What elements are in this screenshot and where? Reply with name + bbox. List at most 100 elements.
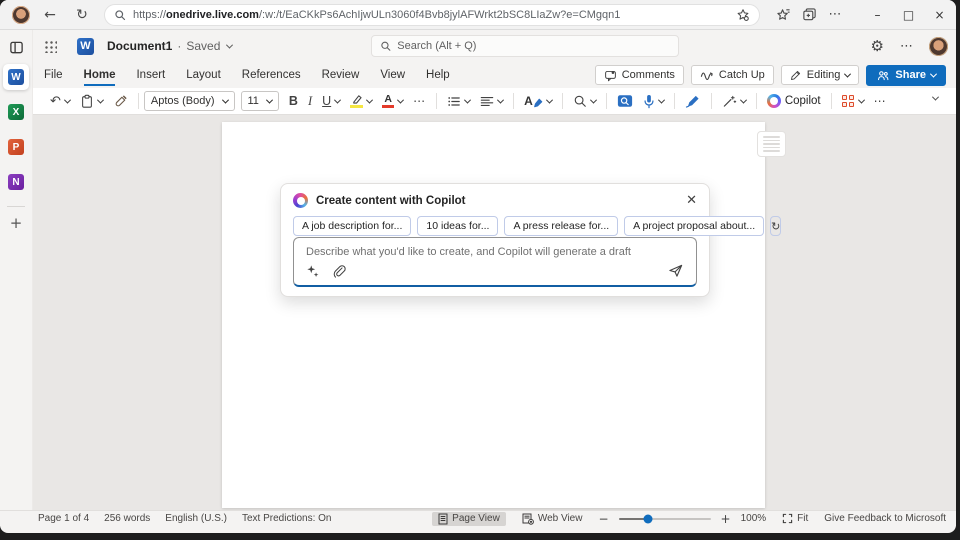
url-text: https://onedrive.live.com/:w:/t/EaCKkPs6… <box>133 9 736 21</box>
prompt-chip-job-description[interactable]: A job description for... <box>293 216 411 236</box>
highlight-button[interactable] <box>350 94 372 108</box>
align-button[interactable] <box>480 95 503 108</box>
menu-references[interactable]: References <box>242 65 301 86</box>
rail-item-word[interactable]: W <box>3 64 29 90</box>
refresh-suggestions-button[interactable]: ↻ <box>770 216 781 236</box>
zoom-slider[interactable] <box>619 518 711 520</box>
menu-help[interactable]: Help <box>426 65 450 86</box>
close-button[interactable]: × <box>924 8 955 22</box>
rail-item-powerpoint[interactable]: P <box>3 134 29 160</box>
comments-button[interactable]: Comments <box>595 65 684 85</box>
share-button[interactable]: Share <box>866 65 946 86</box>
auto-rewrite-button[interactable] <box>722 94 746 108</box>
undo-button[interactable]: ↶ <box>50 94 70 109</box>
settings-gear-icon[interactable]: ⚙ <box>871 37 884 55</box>
ribbon-more-button[interactable]: ⋯ <box>874 94 887 108</box>
web-view-button[interactable]: Web View <box>516 512 589 526</box>
copilot-prompt-box[interactable] <box>293 237 697 287</box>
prompt-chip-press-release[interactable]: A press release for... <box>504 216 618 236</box>
copilot-button[interactable]: Copilot <box>767 94 821 108</box>
dictate-button[interactable] <box>643 94 664 109</box>
document-title[interactable]: Document1 <box>107 39 172 53</box>
font-color-button[interactable]: A <box>382 94 403 109</box>
account-avatar[interactable] <box>929 37 948 56</box>
page-count[interactable]: Page 1 of 4 <box>38 513 89 524</box>
office-header: W Document1 · Saved ⚙ ⋯ <box>33 30 956 62</box>
prompt-chip-ideas[interactable]: 10 ideas for... <box>417 216 498 236</box>
menu-home[interactable]: Home <box>84 65 116 86</box>
bullets-button[interactable] <box>447 95 470 108</box>
format-painter-button[interactable] <box>113 94 128 109</box>
header-more-menu[interactable]: ⋯ <box>900 39 913 54</box>
browser-profile-avatar[interactable] <box>12 6 30 24</box>
bookmark-star-icon[interactable] <box>736 8 750 22</box>
search-input[interactable] <box>397 40 670 52</box>
underline-button[interactable]: U <box>322 94 340 108</box>
menu-file[interactable]: File <box>44 65 63 86</box>
picture-search-button[interactable] <box>617 94 633 108</box>
chevron-down-icon[interactable] <box>226 41 233 48</box>
menu-layout[interactable]: Layout <box>186 65 221 86</box>
add-ins-icon <box>842 95 855 108</box>
copilot-prompt-input[interactable] <box>294 238 696 264</box>
close-icon[interactable]: ✕ <box>686 194 697 207</box>
catch-up-button[interactable]: Catch Up <box>691 65 774 85</box>
find-button[interactable] <box>573 94 596 108</box>
word-count[interactable]: 256 words <box>104 513 150 524</box>
italic-button[interactable]: I <box>308 94 312 109</box>
maximize-button[interactable]: □ <box>893 8 924 22</box>
prompt-chip-project-proposal[interactable]: A project proposal about... <box>624 216 764 236</box>
page-view-button[interactable]: Page View <box>432 512 506 526</box>
zoom-in-button[interactable]: + <box>721 512 731 526</box>
styles-button[interactable]: A <box>524 94 552 108</box>
feedback-link[interactable]: Give Feedback to Microsoft <box>824 513 946 524</box>
add-app-button[interactable]: + <box>10 214 23 232</box>
rail-divider <box>7 206 25 207</box>
menu-review[interactable]: Review <box>322 65 360 86</box>
more-font-options[interactable]: ⋯ <box>413 94 426 108</box>
font-size-select[interactable]: 11 <box>241 91 279 111</box>
send-icon[interactable] <box>668 263 684 278</box>
align-icon <box>480 95 494 108</box>
address-bar[interactable]: https://onedrive.live.com/:w:/t/EaCKkPs6… <box>104 4 760 26</box>
rail-item-excel[interactable]: X <box>3 99 29 125</box>
app-launcher-icon[interactable] <box>44 40 57 53</box>
fit-button[interactable]: Fit <box>776 512 814 525</box>
people-icon <box>876 69 890 82</box>
zoom-slider-thumb[interactable] <box>643 514 652 523</box>
sidebar-toggle-icon[interactable] <box>9 40 24 55</box>
document-canvas[interactable]: Create content with Copilot ✕ A job desc… <box>33 115 956 518</box>
picture-search-icon <box>617 94 633 108</box>
minimize-button[interactable]: – <box>862 8 893 22</box>
format-painter-icon <box>113 94 128 109</box>
menu-insert[interactable]: Insert <box>136 65 165 86</box>
add-ins-button[interactable] <box>842 95 864 108</box>
language-indicator[interactable]: English (U.S.) <box>165 513 227 524</box>
save-status: Saved <box>186 39 220 53</box>
attach-icon[interactable] <box>332 264 346 278</box>
menu-view[interactable]: View <box>380 65 405 86</box>
bold-button[interactable]: B <box>289 94 298 108</box>
paste-button[interactable] <box>80 94 103 109</box>
browser-more-menu[interactable]: ⋯ <box>822 7 848 22</box>
editor-button[interactable] <box>685 94 701 108</box>
back-button[interactable]: ← <box>38 7 62 23</box>
editing-mode-button[interactable]: Editing <box>781 65 860 85</box>
refresh-button[interactable]: ↻ <box>70 7 94 23</box>
pencil-icon <box>790 69 802 81</box>
zoom-level[interactable]: 100% <box>741 513 767 524</box>
font-name-select[interactable]: Aptos (Body) <box>144 91 235 111</box>
rail-item-onenote[interactable]: N <box>3 169 29 195</box>
copilot-icon <box>767 94 781 108</box>
word-logo-icon[interactable]: W <box>77 38 94 55</box>
document-page[interactable] <box>222 122 765 508</box>
collections-icon[interactable] <box>796 7 822 22</box>
fit-icon <box>782 513 793 524</box>
favorites-icon[interactable] <box>770 7 796 22</box>
sparkle-icon[interactable] <box>306 264 320 278</box>
search-box[interactable] <box>371 35 679 57</box>
editor-icon <box>685 94 701 108</box>
margin-widget[interactable] <box>757 131 786 157</box>
zoom-out-button[interactable]: − <box>598 512 608 526</box>
text-predictions[interactable]: Text Predictions: On <box>242 513 331 524</box>
